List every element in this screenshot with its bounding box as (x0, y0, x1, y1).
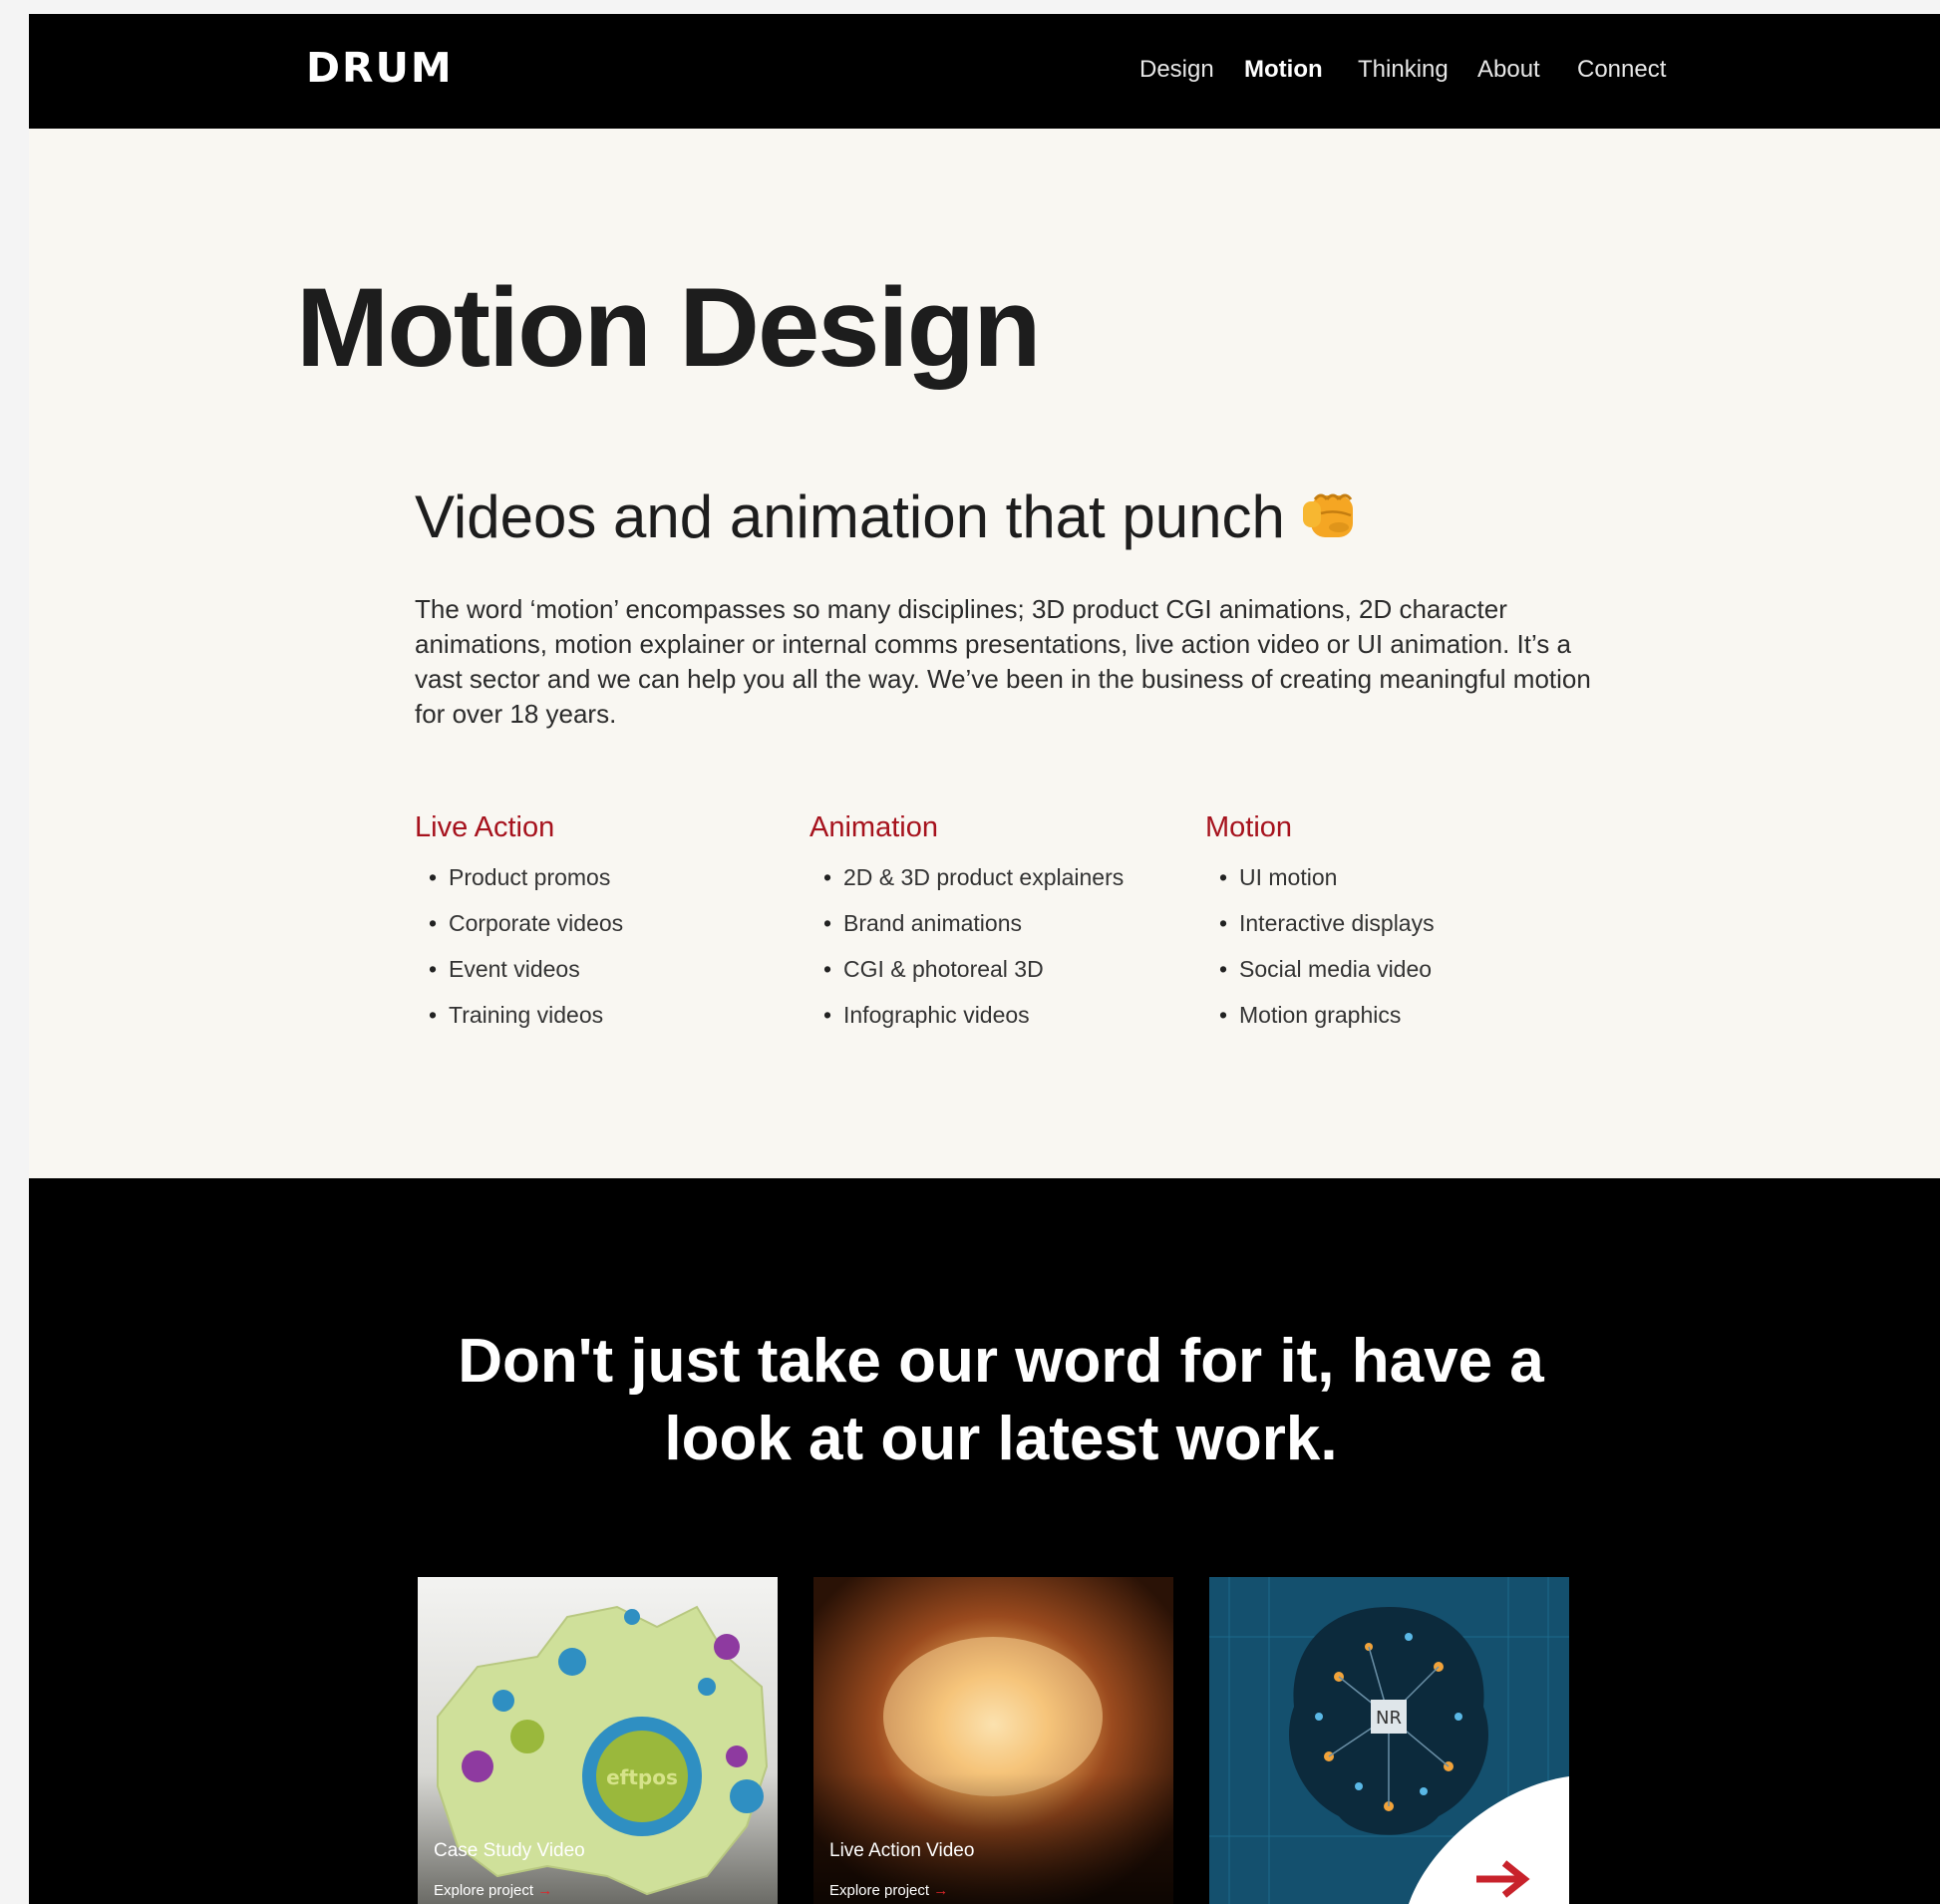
services-animation: Animation 2D & 3D product explainers Bra… (809, 811, 1188, 1046)
work-heading-line-1: Don't just take our word for it, have a (458, 1327, 1544, 1396)
service-heading: Motion (1205, 811, 1293, 843)
card-label: Live Action Video (829, 1840, 975, 1861)
nav-thinking[interactable]: Thinking (1358, 56, 1449, 84)
service-list: Product promos Corporate videos Event vi… (415, 862, 794, 1046)
card-label: Case Study Video (434, 1840, 585, 1861)
explore-project-text: Explore project (434, 1882, 534, 1899)
latest-work-section: Don't just take our word for it, have a … (29, 1178, 1940, 1904)
services-live-action: Live Action Product promos Corporate vid… (415, 811, 794, 1046)
brain-circuit-image: NR (1209, 1577, 1569, 1904)
nav-design[interactable]: Design (1139, 56, 1214, 84)
arrow-right-icon: → (537, 1882, 553, 1899)
services-motion: Motion UI motion Interactive displays So… (1205, 811, 1584, 1046)
service-item: CGI & photoreal 3D (809, 954, 1188, 1000)
arrow-right-icon: → (933, 1882, 949, 1899)
service-item: 2D & 3D product explainers (809, 862, 1188, 908)
service-item: Motion graphics (1205, 1000, 1584, 1046)
nav-connect[interactable]: Connect (1577, 56, 1666, 84)
drum-logo[interactable]: DRUM (306, 44, 454, 92)
service-item: UI motion (1205, 862, 1584, 908)
nav-about[interactable]: About (1477, 56, 1540, 84)
service-item: Interactive displays (1205, 908, 1584, 954)
work-heading: Don't just take our word for it, have a … (29, 1323, 1940, 1478)
subtitle: Videos and animation that punch (415, 482, 1361, 551)
explore-project-link[interactable]: Explore project → (829, 1882, 948, 1899)
work-card-neural[interactable]: NR (1209, 1577, 1569, 1904)
nr-logo-text: NR (1376, 1708, 1402, 1729)
service-heading: Live Action (415, 811, 555, 843)
work-card-live-action[interactable]: Live Action Video Explore project → (813, 1577, 1173, 1904)
service-item: Infographic videos (809, 1000, 1188, 1046)
explore-project-text: Explore project (829, 1882, 930, 1899)
explore-project-link[interactable]: Explore project → (434, 1882, 552, 1899)
service-item: Training videos (415, 1000, 794, 1046)
page-title: Motion Design (296, 265, 1041, 390)
service-item: Brand animations (809, 908, 1188, 954)
nav-motion[interactable]: Motion (1244, 56, 1323, 84)
service-item: Social media video (1205, 954, 1584, 1000)
eftpos-logo-text: eftpos (606, 1765, 678, 1789)
service-item: Corporate videos (415, 908, 794, 954)
site-header: DRUM Design Motion Thinking About Connec… (29, 14, 1940, 129)
service-list: UI motion Interactive displays Social me… (1205, 862, 1584, 1046)
work-heading-line-2: look at our latest work. (664, 1405, 1338, 1473)
service-heading: Animation (809, 811, 938, 843)
fist-punch-icon (1302, 493, 1353, 537)
service-item: Product promos (415, 862, 794, 908)
subtitle-text: Videos and animation that punch (415, 483, 1285, 550)
service-list: 2D & 3D product explainers Brand animati… (809, 862, 1188, 1046)
work-card-case-study[interactable]: eftpos Case Study Video Explore project … (418, 1577, 778, 1904)
service-item: Event videos (415, 954, 794, 1000)
intro-paragraph: The word ‘motion’ encompasses so many di… (415, 594, 1591, 729)
page-frame: DRUM Design Motion Thinking About Connec… (29, 14, 1940, 1904)
